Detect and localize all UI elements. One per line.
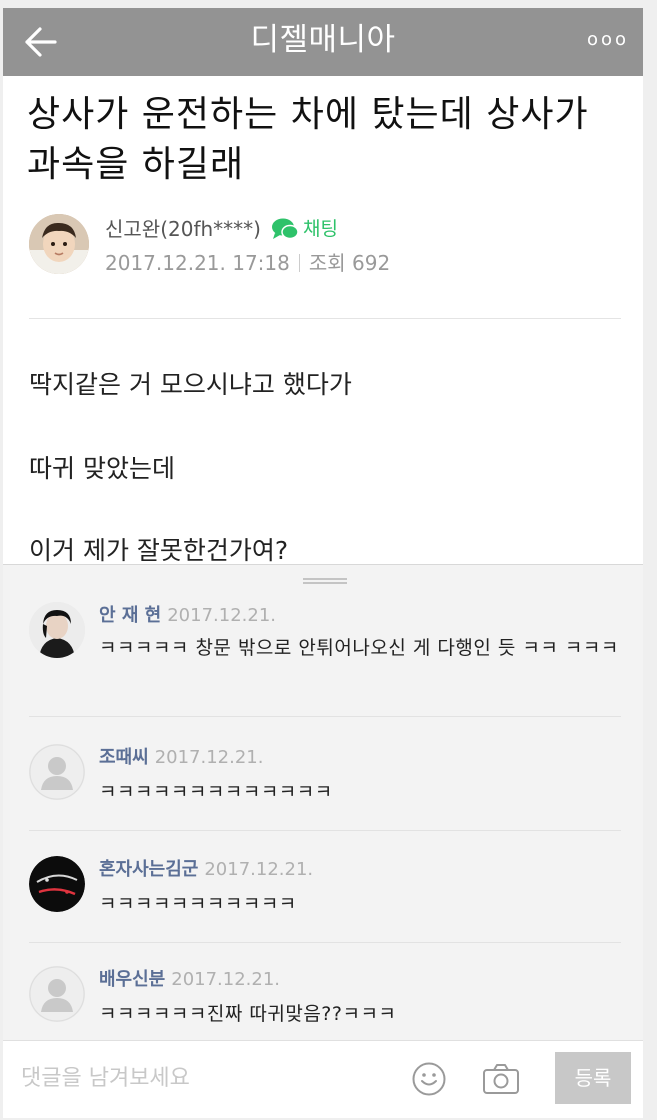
comment-author-name: 혼자사는김군 [99, 859, 199, 880]
comment-text: ㅋㅋㅋㅋㅋ 창문 밖으로 안튀어나오신 게 다행인 듯 ㅋㅋ ㅋㅋㅋ [99, 637, 619, 659]
top-bar: 디젤매니아 ooo [3, 8, 643, 76]
commenter-avatar[interactable] [29, 602, 85, 658]
comment-author-name: 배우신분 [99, 969, 166, 990]
comment-divider [29, 942, 621, 943]
comment-date: 2017.12.21. [171, 969, 281, 990]
post-title-line-2: 과속을 하길래 [27, 144, 245, 185]
default-avatar-icon[interactable] [29, 966, 85, 1022]
article: 상사가 운전하는 차에 탔는데 상사가 과속을 하길래 신고완(20fh****… [3, 76, 643, 565]
post-title-line-1: 상사가 운전하는 차에 탔는데 상사가 [27, 94, 589, 135]
commenter-avatar[interactable] [29, 856, 85, 912]
comment-date: 2017.12.21. [204, 859, 314, 880]
comment-drawer-edge [3, 564, 643, 565]
more-options-icon[interactable]: ooo [587, 28, 629, 52]
post-body-line: 이거 제가 잘못한건가여? [29, 536, 289, 565]
post-body-line: 따귀 맞았는데 [29, 454, 175, 483]
post-date: 2017.12.21. 17:18 [105, 251, 290, 275]
content-divider [29, 318, 621, 319]
post-body-line: 딱지같은 거 모으시냐고 했다가 [29, 370, 352, 399]
submit-comment-button[interactable]: 등록 [555, 1052, 631, 1104]
comment-author[interactable]: 배우신분 2017.12.21. [99, 968, 280, 992]
camera-icon[interactable] [481, 1061, 521, 1097]
comment-author-name: 조때씨 [99, 747, 149, 768]
author-avatar[interactable] [29, 214, 89, 274]
emoji-icon[interactable] [411, 1061, 447, 1097]
app-screen: 디젤매니아 ooo 상사가 운전하는 차에 탔는데 상사가 과속을 하길래 신고… [3, 8, 643, 1118]
view-count: 조회 692 [308, 251, 391, 275]
comment-divider [29, 716, 621, 717]
chat-bubble-icon [272, 218, 299, 240]
comment-author[interactable]: 안 재 현 2017.12.21. [99, 604, 276, 628]
comment-text: ㅋㅋㅋㅋㅋㅋ진짜 따귀맞음??ㅋㅋㅋ [99, 1003, 397, 1025]
chat-label: 채팅 [303, 218, 338, 240]
comment-date: 2017.12.21. [167, 605, 277, 626]
chat-button[interactable]: 채팅 [271, 216, 338, 242]
meta-divider [298, 254, 300, 272]
post-meta: 2017.12.21. 17:18 조회 692 [105, 250, 390, 276]
comment-text: ㅋㅋㅋㅋㅋㅋㅋㅋㅋㅋㅋㅋㅋ [99, 781, 333, 803]
default-avatar-icon[interactable] [29, 744, 85, 800]
comment-date: 2017.12.21. [154, 747, 264, 768]
comment-compose-bar: 댓글을 남겨보세요 등록 [3, 1040, 643, 1118]
comment-author-name: 안 재 현 [99, 605, 162, 626]
comment-input[interactable]: 댓글을 남겨보세요 [21, 1061, 401, 1097]
drag-handle[interactable] [303, 578, 347, 584]
author-name[interactable]: 신고완(20fh****) [105, 216, 261, 242]
post-title: 상사가 운전하는 차에 탔는데 상사가 과속을 하길래 [27, 90, 627, 190]
comment-author[interactable]: 조때씨 2017.12.21. [99, 746, 263, 770]
comment-divider [29, 830, 621, 831]
cafe-title: 디젤매니아 [250, 22, 396, 58]
comment-author[interactable]: 혼자사는김군 2017.12.21. [99, 858, 313, 882]
comment-text: ㅋㅋㅋㅋㅋㅋㅋㅋㅋㅋㅋ [99, 893, 297, 915]
